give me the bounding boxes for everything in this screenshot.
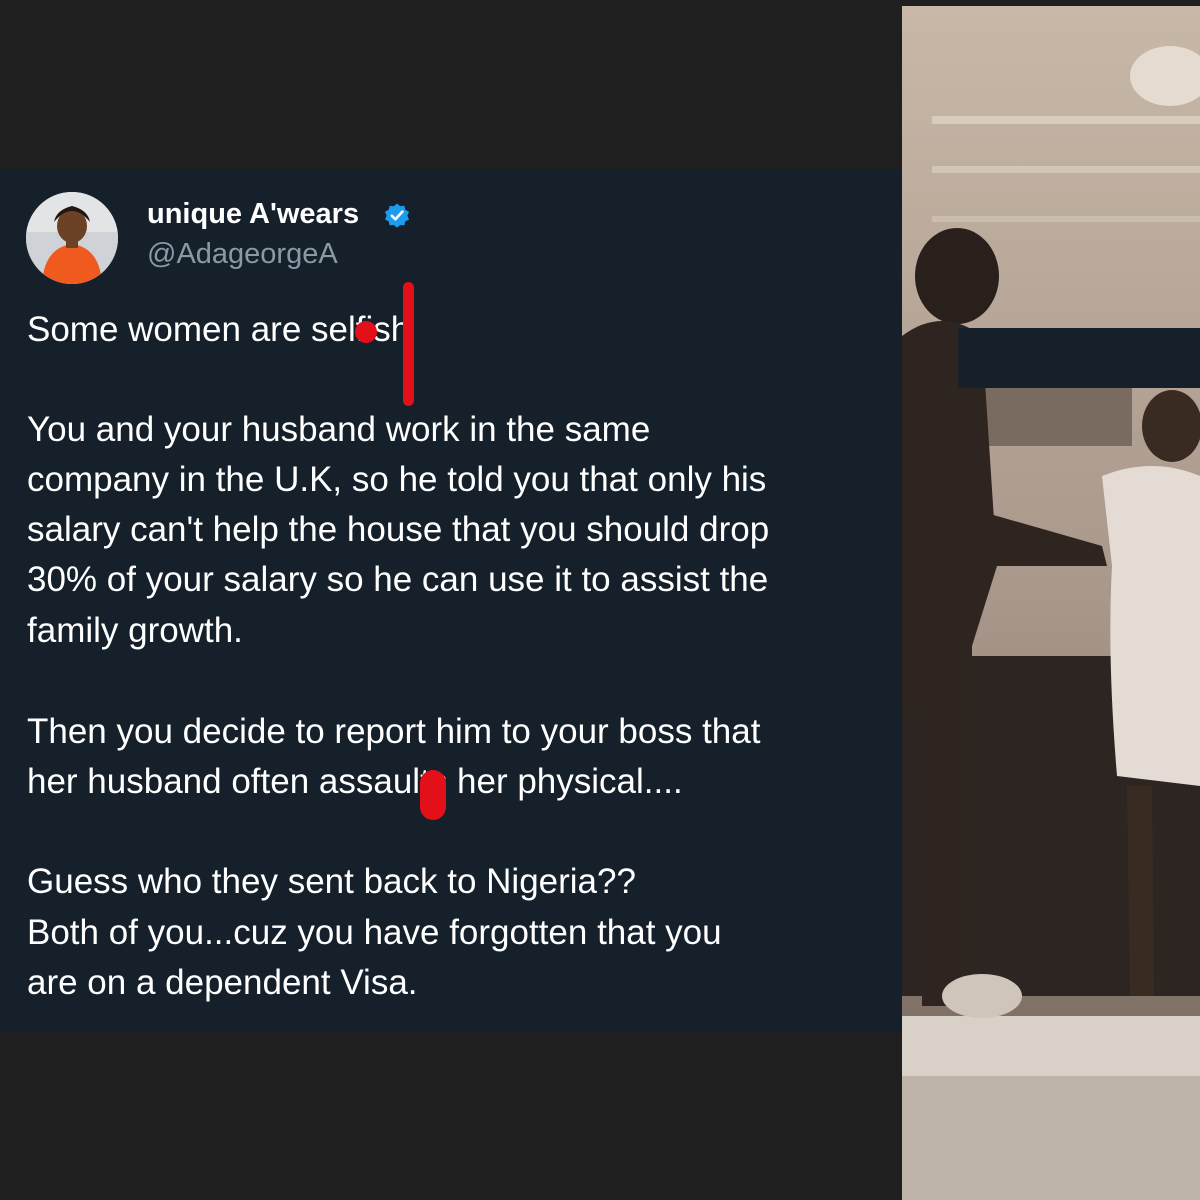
tweet-card (0, 170, 902, 1032)
tweet-text-line: Both of you...cuz you have forgotten tha… (27, 913, 722, 952)
tweet-text-line: company in the U.K, so he told you that … (27, 460, 767, 499)
tweet-text-line: Some women are selfish (27, 310, 411, 349)
background-photo (902, 6, 1200, 1200)
annotation-blot (420, 770, 446, 820)
tweet-text-line: You and your husband work in the same (27, 410, 651, 449)
tweet-text-line: Guess who they sent back to Nigeria?? (27, 862, 636, 901)
screenshot-canvas: unique A'wears @AdageorgeA Some women ar… (0, 0, 1200, 1200)
tweet-text-line: family growth. (27, 611, 243, 650)
tweet-text-line: her husband often assaults her physical.… (27, 762, 683, 801)
tweet-text-line: 30% of your salary so he can use it to a… (27, 560, 769, 599)
redaction-box (958, 328, 1200, 388)
annotation-dot (355, 321, 377, 343)
annotation-stroke (403, 282, 414, 406)
verified-badge-icon (385, 203, 409, 228)
avatar[interactable] (26, 192, 118, 284)
tweet-text-line: are on a dependent Visa. (27, 963, 418, 1002)
couple-photo (902, 6, 1200, 1200)
author-handle[interactable]: @AdageorgeA (147, 238, 338, 271)
tweet-text-line: salary can't help the house that you sho… (27, 510, 770, 549)
tweet-text-line: Then you decide to report him to your bo… (27, 712, 761, 751)
author-display-name[interactable]: unique A'wears (147, 198, 359, 231)
avatar-image (26, 192, 118, 284)
